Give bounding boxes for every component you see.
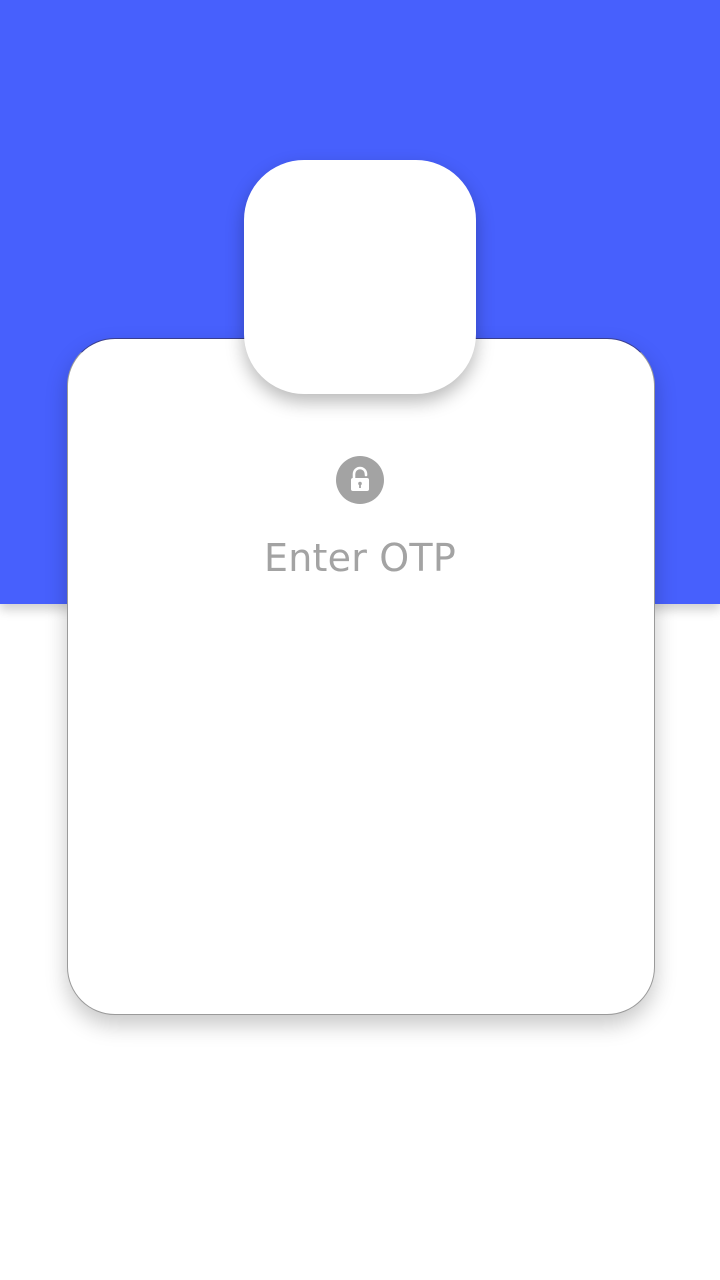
otp-card [67,338,655,1015]
app-logo-tile [244,160,476,394]
lock-open-icon-glyph [351,466,369,491]
otp-screen: Enter OTP [0,0,720,1280]
page-title: Enter OTP [264,536,456,580]
lock-open-icon [336,456,384,504]
